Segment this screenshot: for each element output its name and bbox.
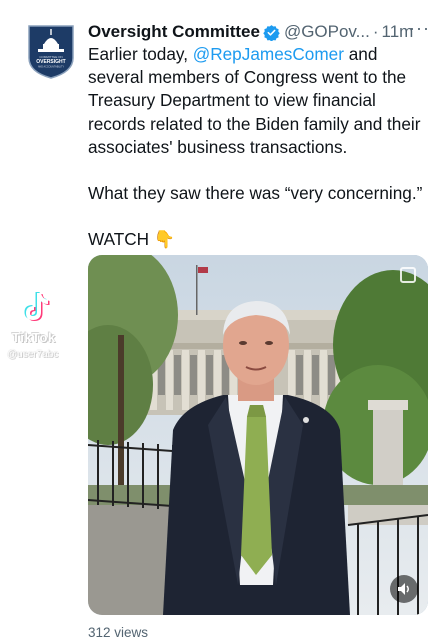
video-player[interactable] [88, 255, 428, 615]
expand-icon[interactable] [400, 267, 416, 283]
watch-line: WATCH 👇 [88, 228, 433, 251]
svg-text:OVERSIGHT: OVERSIGHT [36, 59, 65, 65]
video-frame [88, 255, 428, 615]
svg-text:AND ACCOUNTABILITY: AND ACCOUNTABILITY [38, 66, 65, 69]
tiktok-username: @user7abc [7, 349, 59, 360]
mention-link[interactable]: @RepJamesComer [193, 44, 344, 64]
sound-button[interactable] [390, 575, 418, 603]
text-before-mention: Earlier today, [88, 44, 193, 64]
tiktok-brand: TikTok [12, 330, 56, 345]
pointing-down-emoji: 👇 [153, 229, 176, 250]
verified-badge-icon [263, 24, 280, 41]
watch-label: WATCH [88, 229, 150, 250]
quote-line: What they saw there was “very concerning… [88, 183, 423, 204]
tweet-paragraph: Earlier today, @RepJamesComer and severa… [88, 43, 433, 159]
separator-dot: · [372, 22, 379, 41]
avatar[interactable]: COMMITTEE ON OVERSIGHT AND ACCOUNTABILIT… [26, 20, 76, 80]
tiktok-watermark: TikTok @user7abc [4, 290, 86, 370]
speaker-icon [398, 583, 409, 595]
oversight-logo-icon: COMMITTEE ON OVERSIGHT AND ACCOUNTABILIT… [28, 25, 74, 79]
tweet-header: Oversight Committee @GOPov... · 11m ··· [88, 18, 438, 44]
tweet-text: Earlier today, @RepJamesComer and severa… [88, 43, 433, 251]
author-handle[interactable]: @GOPov... [284, 22, 370, 42]
author-name[interactable]: Oversight Committee [88, 22, 260, 42]
views-count: 312 views [88, 625, 149, 640]
more-icon[interactable]: ··· [409, 18, 430, 39]
tiktok-logo-icon [24, 292, 50, 321]
